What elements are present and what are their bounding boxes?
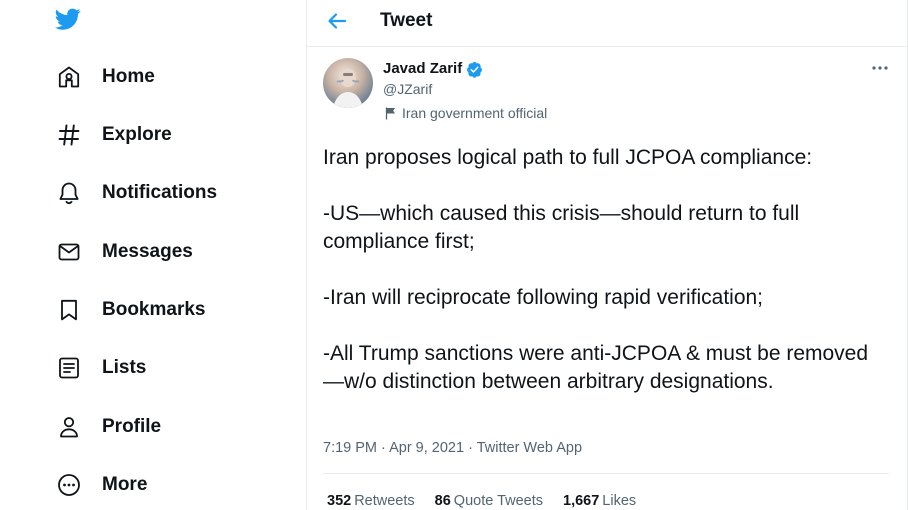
sidebar-item-label: More — [102, 474, 148, 495]
sidebar-item-label: Explore — [102, 124, 172, 145]
sidebar: Home Explore Notifications Messages Book… — [0, 0, 306, 510]
tweet-time[interactable]: 7:19 PM — [323, 440, 377, 456]
flag-icon — [385, 107, 397, 120]
sidebar-item-messages[interactable]: Messages — [44, 230, 205, 274]
page-title: Tweet — [380, 10, 433, 31]
quotes-label: Quote Tweets — [453, 493, 543, 509]
sidebar-item-bookmarks[interactable]: Bookmarks — [44, 288, 218, 332]
home-icon — [56, 64, 82, 90]
tweet-text: Iran proposes logical path to full JCPOA… — [323, 146, 869, 393]
more-circle-icon — [56, 472, 82, 498]
sidebar-item-label: Bookmarks — [102, 299, 206, 320]
likes-stat[interactable]: 1,667 Likes — [563, 493, 636, 509]
author-handle[interactable]: @JZarif — [383, 81, 432, 97]
sidebar-item-home[interactable]: Home — [44, 55, 167, 99]
retweets-label: Retweets — [354, 493, 415, 509]
more-options-icon[interactable] — [869, 58, 891, 78]
avatar[interactable] — [323, 58, 373, 108]
tweet-date[interactable]: Apr 9, 2021 — [389, 440, 464, 456]
tweet-detail-column: Tweet Javad Zarif @JZarif Iran governmen… — [306, 0, 908, 510]
quote-tweets-stat[interactable]: 86 Quote Tweets — [435, 493, 543, 509]
author-name[interactable]: Javad Zarif — [383, 60, 462, 77]
retweets-count: 352 — [327, 493, 352, 509]
sidebar-item-label: Notifications — [102, 182, 218, 203]
tweet-source[interactable]: Twitter Web App — [477, 440, 582, 456]
account-label-text: Iran government official — [402, 105, 548, 121]
bell-icon — [56, 180, 82, 206]
person-icon — [56, 414, 82, 440]
hashtag-icon — [56, 122, 82, 148]
tweet-metadata: 7:19 PM · Apr 9, 2021 · Twitter Web App — [323, 440, 582, 456]
meta-separator: · — [464, 440, 477, 456]
sidebar-item-profile[interactable]: Profile — [44, 405, 173, 449]
twitter-bird-icon[interactable] — [53, 6, 83, 32]
sidebar-item-label: Lists — [102, 357, 147, 378]
divider — [323, 473, 889, 474]
sidebar-item-more[interactable]: More — [44, 463, 159, 507]
sidebar-item-label: Home — [102, 66, 155, 87]
meta-separator: · — [377, 440, 390, 456]
list-icon — [56, 355, 82, 381]
bookmark-icon — [56, 297, 82, 323]
verified-badge-icon — [466, 61, 483, 78]
sidebar-item-label: Messages — [102, 241, 193, 262]
tweet-stats: 352 Retweets 86 Quote Tweets 1,667 Likes — [327, 493, 656, 509]
sidebar-item-label: Profile — [102, 416, 162, 437]
likes-label: Likes — [602, 493, 637, 509]
sidebar-item-explore[interactable]: Explore — [44, 113, 184, 157]
sidebar-item-notifications[interactable]: Notifications — [44, 171, 229, 215]
back-arrow-icon[interactable] — [325, 9, 353, 33]
sidebar-item-lists[interactable]: Lists — [44, 346, 158, 390]
quotes-count: 86 — [434, 493, 451, 509]
page-header: Tweet — [307, 0, 907, 47]
retweets-stat[interactable]: 352 Retweets — [327, 493, 415, 509]
government-label: Iran government official — [385, 105, 547, 121]
likes-count: 1,667 — [563, 493, 600, 509]
envelope-icon — [56, 239, 82, 265]
